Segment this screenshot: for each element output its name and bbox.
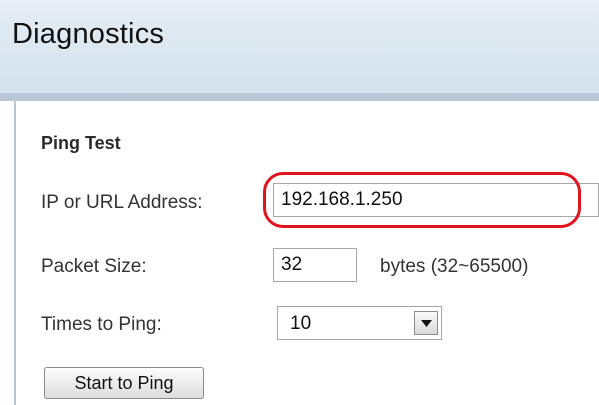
packet-size-input[interactable] bbox=[273, 248, 357, 282]
page-title: Diagnostics bbox=[12, 18, 165, 50]
ip-address-input[interactable] bbox=[273, 183, 599, 217]
dropdown-button[interactable] bbox=[414, 311, 438, 335]
ip-address-label: IP or URL Address: bbox=[41, 192, 203, 213]
times-to-ping-select[interactable]: 10 bbox=[277, 306, 442, 340]
section-title: Ping Test bbox=[41, 133, 121, 153]
panel-border bbox=[14, 101, 16, 405]
packet-size-label: Packet Size: bbox=[41, 256, 147, 277]
times-to-ping-value: 10 bbox=[290, 313, 312, 334]
times-to-ping-label: Times to Ping: bbox=[41, 314, 162, 335]
page-header: Diagnostics bbox=[0, 0, 599, 94]
header-divider bbox=[0, 93, 599, 101]
start-to-ping-button[interactable]: Start to Ping bbox=[44, 367, 204, 399]
packet-size-unit: bytes (32~65500) bbox=[380, 256, 529, 277]
chevron-down-icon bbox=[421, 320, 432, 327]
